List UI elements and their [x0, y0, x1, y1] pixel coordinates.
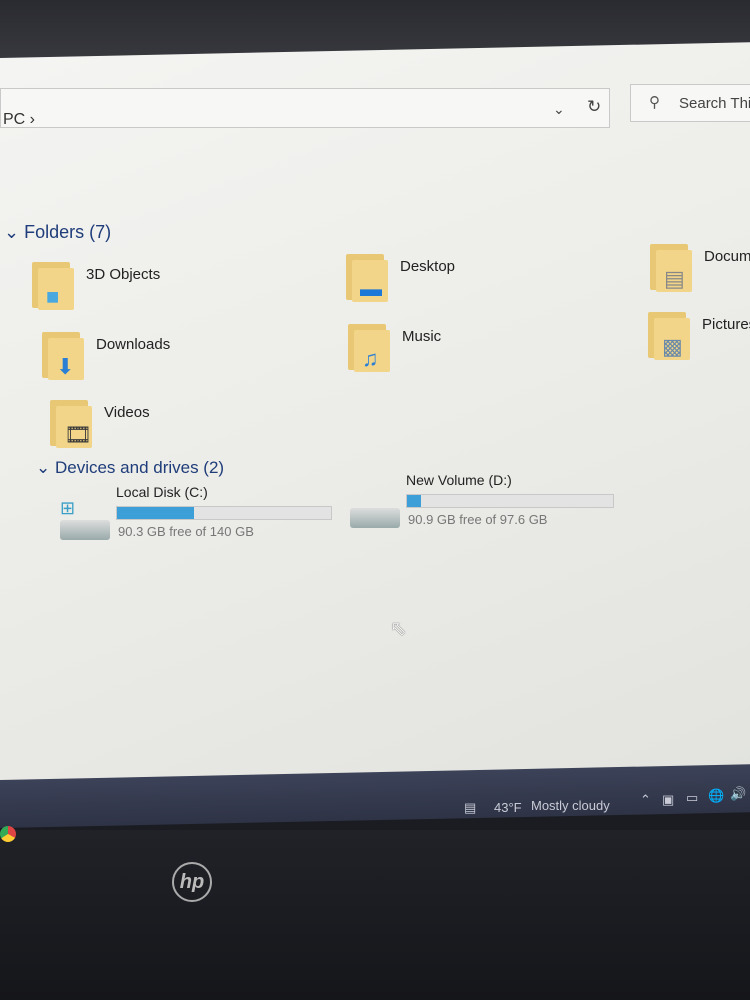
drive-usage-fill: [117, 507, 195, 519]
battery-icon[interactable]: ▭: [686, 790, 698, 806]
drive-free-space: 90.3 GB free of 140 GB: [118, 524, 254, 539]
meet-now-icon[interactable]: ▣: [662, 792, 674, 808]
folder-documents[interactable]: ▤ Docum: [650, 240, 750, 292]
weather-icon[interactable]: ▤: [464, 800, 476, 816]
folder-music[interactable]: ♫ Music: [348, 320, 441, 372]
drives-group-header[interactable]: ⌄ Devices and drives (2): [36, 458, 224, 478]
drive-usage-bar: [116, 506, 332, 520]
folders-header-label: Folders (7): [24, 222, 112, 242]
folder-label: Downloads: [96, 336, 171, 353]
folder-label: Videos: [104, 404, 150, 421]
folders-group-header[interactable]: ⌄ Folders (7): [4, 222, 111, 243]
chrome-icon[interactable]: [0, 826, 16, 842]
hp-logo: hp: [172, 862, 212, 902]
downloads-folder-icon: ⬇: [42, 328, 86, 380]
refresh-icon[interactable]: ↻: [587, 97, 601, 117]
drives-header-label: Devices and drives (2): [54, 458, 225, 477]
mouse-cursor-icon: ⬁: [390, 618, 407, 640]
drive-name: New Volume (D:): [406, 472, 512, 488]
drive-free-space: 90.9 GB free of 97.6 GB: [408, 512, 548, 527]
3d-objects-folder-icon: ■: [32, 258, 76, 310]
desktop-folder-icon: ▬: [346, 250, 390, 302]
drive-usage-fill: [407, 495, 422, 507]
search-input[interactable]: ⚲ Search This: [630, 84, 750, 122]
folder-downloads[interactable]: ⬇ Downloads: [42, 328, 170, 380]
folder-label: Desktop: [400, 258, 456, 275]
drive-name: Local Disk (C:): [116, 484, 208, 500]
pictures-folder-icon: ▩: [648, 308, 692, 360]
network-globe-icon[interactable]: 🌐: [708, 788, 724, 804]
folder-desktop[interactable]: ▬ Desktop: [346, 250, 455, 302]
hard-drive-icon: [350, 508, 400, 528]
folder-3d-objects[interactable]: ■ 3D Objects: [32, 258, 160, 310]
weather-temperature[interactable]: 43°F: [494, 800, 522, 815]
folder-videos[interactable]: 🎞 Videos: [50, 396, 150, 448]
laptop-bezel-bottom: [0, 830, 750, 1000]
address-bar[interactable]: PC › ⌄ ↻: [0, 88, 610, 128]
weather-condition[interactable]: Mostly cloudy: [531, 798, 610, 813]
breadcrumb[interactable]: PC ›: [3, 111, 35, 129]
folder-label: Docum: [704, 248, 750, 265]
volume-icon[interactable]: 🔊: [730, 786, 746, 802]
hard-drive-icon: [60, 520, 110, 540]
chevron-down-icon[interactable]: ⌄: [553, 101, 565, 118]
music-folder-icon: ♫: [348, 320, 392, 372]
search-placeholder: Search This: [679, 95, 750, 112]
search-icon: ⚲: [649, 94, 660, 111]
documents-folder-icon: ▤: [650, 240, 694, 292]
folder-pictures[interactable]: ▩ Pictures: [648, 308, 750, 360]
videos-folder-icon: 🎞: [50, 396, 94, 448]
folder-label: 3D Objects: [86, 266, 161, 283]
folder-label: Pictures: [702, 316, 750, 333]
windows-logo-icon: ⊞: [60, 498, 76, 518]
drive-usage-bar: [406, 494, 614, 508]
chevron-up-icon[interactable]: ⌃: [640, 792, 651, 808]
folder-label: Music: [402, 328, 442, 345]
